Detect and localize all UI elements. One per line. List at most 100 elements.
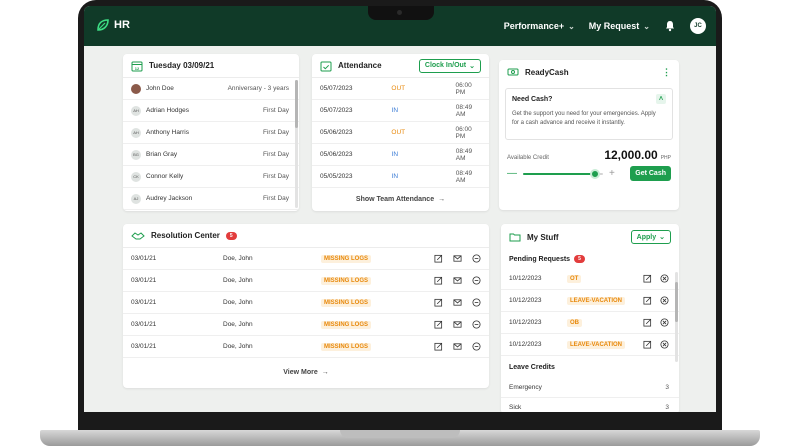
get-cash-button[interactable]: Get Cash: [630, 166, 671, 181]
table-row: 03/01/21 Doe, John MISSING LOGS: [123, 248, 489, 270]
mail-icon[interactable]: [453, 342, 462, 351]
cancel-icon[interactable]: [660, 296, 669, 305]
edit-icon[interactable]: [434, 320, 443, 329]
request-type: LEAVE-VACATION: [567, 340, 625, 349]
user-avatar[interactable]: JC: [690, 18, 706, 34]
attendance-time: 08:49 AM: [455, 103, 473, 118]
arrow-right-icon: →: [321, 368, 329, 376]
clock-in-out-button[interactable]: Clock In/Out ⌄: [418, 58, 481, 73]
cancel-icon[interactable]: [660, 318, 669, 327]
edit-icon[interactable]: [434, 298, 443, 307]
get-cash-label: Get Cash: [635, 170, 666, 177]
slider-fill: [523, 172, 595, 175]
cancel-icon[interactable]: [660, 340, 669, 349]
brand-logo[interactable]: HR: [96, 18, 130, 32]
list-item[interactable]: AH Anthony Harris First Day: [123, 122, 299, 144]
need-cash-heading[interactable]: Need Cash? ˄: [512, 94, 666, 104]
table-row: 03/01/21 Doe, John MISSING LOGS: [123, 314, 489, 336]
attendance-date: 05/05/2023: [320, 173, 353, 180]
remove-circle-icon[interactable]: [472, 342, 481, 351]
edit-icon[interactable]: [643, 340, 652, 349]
remove-circle-icon[interactable]: [472, 276, 481, 285]
chevron-up-icon[interactable]: ˄: [656, 94, 666, 104]
my-stuff-scroll-thumb[interactable]: [675, 282, 678, 322]
table-row: 05/06/2023 IN 08:49 AM: [312, 144, 489, 166]
list-item[interactable]: AJ Audrey Jackson First Day: [123, 188, 299, 210]
camera-icon: [397, 10, 402, 15]
resolution-center-card: Resolution Center 5 03/01/21 Doe, John MIS…: [123, 224, 489, 388]
list-item[interactable]: CK Connor Kelly First Day: [123, 166, 299, 188]
row-actions: [428, 320, 481, 329]
cancel-icon[interactable]: [660, 274, 669, 283]
table-row: 05/07/2023 OUT 06:00 PM: [312, 78, 489, 100]
apply-button[interactable]: Apply ⌄: [630, 230, 671, 244]
event-label: Anniversary - 3 years: [227, 85, 289, 92]
list-item[interactable]: John Doe Anniversary - 3 years: [123, 78, 299, 100]
my-stuff-title: My Stuff: [527, 232, 559, 242]
svg-text:12: 12: [135, 65, 140, 70]
mail-icon[interactable]: [453, 254, 462, 263]
chevron-down-icon: ⌄: [659, 234, 665, 241]
resolution-date: 03/01/21: [131, 299, 157, 306]
celebrations-date: Tuesday 03/09/21: [149, 61, 215, 70]
attendance-date: 05/06/2023: [320, 151, 353, 158]
table-row: 05/07/2023 IN 08:49 AM: [312, 100, 489, 122]
edit-icon[interactable]: [434, 342, 443, 351]
edit-icon[interactable]: [643, 274, 652, 283]
table-row: 03/01/21 Doe, John MISSING LOGS: [123, 270, 489, 292]
calendar-check-icon: [320, 61, 332, 71]
nav-my-request-label: My Request: [588, 21, 640, 31]
plus-icon[interactable]: +: [609, 168, 615, 179]
resolution-name: Doe, John: [223, 343, 253, 350]
resolution-date: 03/01/21: [131, 255, 157, 262]
list-item[interactable]: BG Brian Gray First Day: [123, 144, 299, 166]
attendance-title: Attendance: [338, 61, 382, 70]
laptop-base-notch: [340, 430, 460, 438]
nav-my-request[interactable]: My Request ⌄: [589, 21, 650, 31]
minus-icon[interactable]: —: [507, 168, 517, 179]
celebrations-scroll-thumb[interactable]: [295, 80, 298, 128]
list-item: 10/12/2023 LEAVE-VACATION: [501, 290, 679, 312]
bell-icon[interactable]: [664, 20, 676, 32]
status-badge: MISSING LOGS: [321, 342, 372, 351]
avatar-initials: AH: [133, 108, 139, 113]
list-item[interactable]: AH Adrian Hodges First Day: [123, 100, 299, 122]
edit-icon[interactable]: [434, 276, 443, 285]
view-more-link[interactable]: View More →: [123, 358, 489, 386]
resolution-center-header: Resolution Center 5: [123, 224, 489, 248]
nav-performance-label: Performance+: [503, 21, 565, 31]
readycash-title: ReadyCash: [525, 67, 569, 77]
leave-count: 3: [665, 384, 669, 391]
row-actions: [428, 298, 481, 307]
remove-circle-icon[interactable]: [472, 298, 481, 307]
attendance-date: 05/07/2023: [320, 85, 353, 92]
remove-circle-icon[interactable]: [472, 320, 481, 329]
pending-requests-label: Pending Requests: [509, 255, 571, 263]
show-team-attendance-link[interactable]: Show Team Attendance →: [312, 188, 489, 210]
table-row: 05/06/2023 OUT 06:00 PM: [312, 122, 489, 144]
mail-icon[interactable]: [453, 320, 462, 329]
cash-amount-slider[interactable]: [523, 168, 603, 179]
table-row: 03/01/21 Doe, John MISSING LOGS: [123, 292, 489, 314]
arrow-right-icon: →: [438, 195, 446, 203]
edit-icon[interactable]: [643, 296, 652, 305]
currency-label: PHP: [660, 155, 671, 161]
remove-circle-icon[interactable]: [472, 254, 481, 263]
celebrations-card: 12 Tuesday 03/09/21 John Doe Anniversary …: [123, 54, 299, 211]
attendance-time: 08:49 AM: [455, 147, 473, 162]
mail-icon[interactable]: [453, 298, 462, 307]
edit-icon[interactable]: [643, 318, 652, 327]
list-item: 10/12/2023 OB: [501, 312, 679, 334]
mail-icon[interactable]: [453, 276, 462, 285]
edit-icon[interactable]: [434, 254, 443, 263]
need-cash-text: Get the support you need for your emerge…: [512, 111, 656, 126]
readycash-header: ReadyCash ⋮: [499, 60, 679, 84]
readycash-card: ReadyCash ⋮ Need Cash? ˄ Get the support…: [499, 60, 679, 210]
resolution-count-badge: 5: [225, 231, 237, 240]
nav-performance[interactable]: Performance+ ⌄: [504, 21, 575, 31]
my-stuff-header: My Stuff Apply ⌄: [501, 224, 679, 250]
more-options-icon[interactable]: ⋮: [662, 67, 671, 78]
slider-handle[interactable]: [590, 168, 600, 179]
resolution-name: Doe, John: [223, 255, 253, 262]
avatar: BG: [131, 149, 141, 160]
